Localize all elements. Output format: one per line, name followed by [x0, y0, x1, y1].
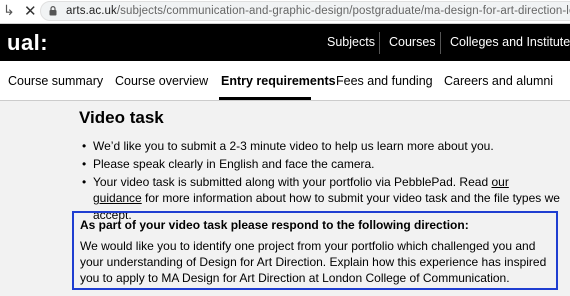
- tab-entry-requirements[interactable]: Entry requirements: [221, 74, 336, 88]
- nav-subjects[interactable]: Subjects: [327, 35, 375, 49]
- tab-careers-and-alumni[interactable]: Careers and alumni: [444, 74, 553, 88]
- course-tabs: Course summary Course overview Entry req…: [0, 61, 570, 101]
- list-item-text: Your video task is submitted along with …: [93, 174, 492, 189]
- arrow-icon[interactable]: ↳: [3, 2, 15, 19]
- url-path: /subjects/communication-and-graphic-desi…: [116, 5, 570, 17]
- callout-heading: As part of your video task please respon…: [80, 218, 469, 232]
- nav-colleges-and-institutes[interactable]: Colleges and Institutes: [450, 35, 570, 49]
- close-icon[interactable]: ✕: [24, 2, 37, 20]
- active-tab-indicator: [219, 97, 311, 100]
- tab-fees-and-funding[interactable]: Fees and funding: [336, 74, 433, 88]
- list-item: Please speak clearly in English and face…: [80, 156, 560, 173]
- callout-body: We would like you to identify one projec…: [80, 239, 547, 285]
- site-header: ual: Subjects Courses Colleges and Insti…: [0, 24, 570, 61]
- page-title: Video task: [79, 108, 164, 127]
- list-item: We’d like you to submit a 2-3 minute vid…: [80, 138, 560, 155]
- url-text[interactable]: arts.ac.uk/subjects/communication-and-gr…: [66, 5, 570, 17]
- nav-courses[interactable]: Courses: [389, 35, 436, 49]
- url-domain: arts.ac.uk: [66, 5, 117, 17]
- ual-logo[interactable]: ual:: [7, 30, 48, 56]
- address-field[interactable]: arts.ac.uk/subjects/communication-and-gr…: [40, 1, 570, 21]
- nav-divider: [379, 32, 380, 54]
- direction-callout: As part of your video task please respon…: [72, 211, 558, 290]
- browser-url-bar: ↳ ✕ arts.ac.uk/subjects/communication-an…: [0, 0, 570, 24]
- tab-course-overview[interactable]: Course overview: [115, 74, 208, 88]
- nav-divider: [440, 32, 441, 54]
- tab-course-summary[interactable]: Course summary: [8, 74, 103, 88]
- lock-icon[interactable]: [49, 6, 57, 16]
